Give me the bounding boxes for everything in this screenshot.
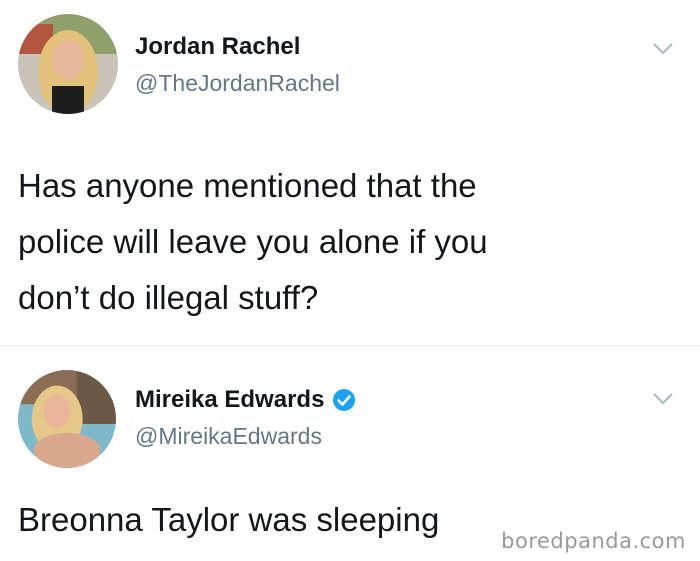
tweet-text: Has anyone mentioned that the police wil… — [18, 167, 488, 316]
chevron-down-icon[interactable] — [652, 42, 674, 56]
user-handle[interactable]: @TheJordanRachel — [135, 70, 340, 97]
display-name[interactable]: Jordan Rachel — [135, 33, 300, 61]
user-handle[interactable]: @MireikaEdwards — [135, 423, 322, 450]
tweet-divider — [0, 345, 700, 346]
tweet-jordan-rachel[interactable]: Jordan Rachel @TheJordanRachel Has anyon… — [0, 0, 700, 345]
avatar-mireika-edwards[interactable] — [18, 370, 116, 468]
display-name[interactable]: Mireika Edwards — [135, 386, 324, 414]
verified-badge-icon — [332, 388, 356, 412]
avatar-photo-icon — [18, 14, 118, 114]
chevron-down-icon[interactable] — [652, 392, 674, 406]
avatar-jordan-rachel[interactable] — [18, 14, 118, 114]
watermark: boredpanda.com — [501, 529, 686, 553]
avatar-photo-icon — [18, 370, 116, 468]
